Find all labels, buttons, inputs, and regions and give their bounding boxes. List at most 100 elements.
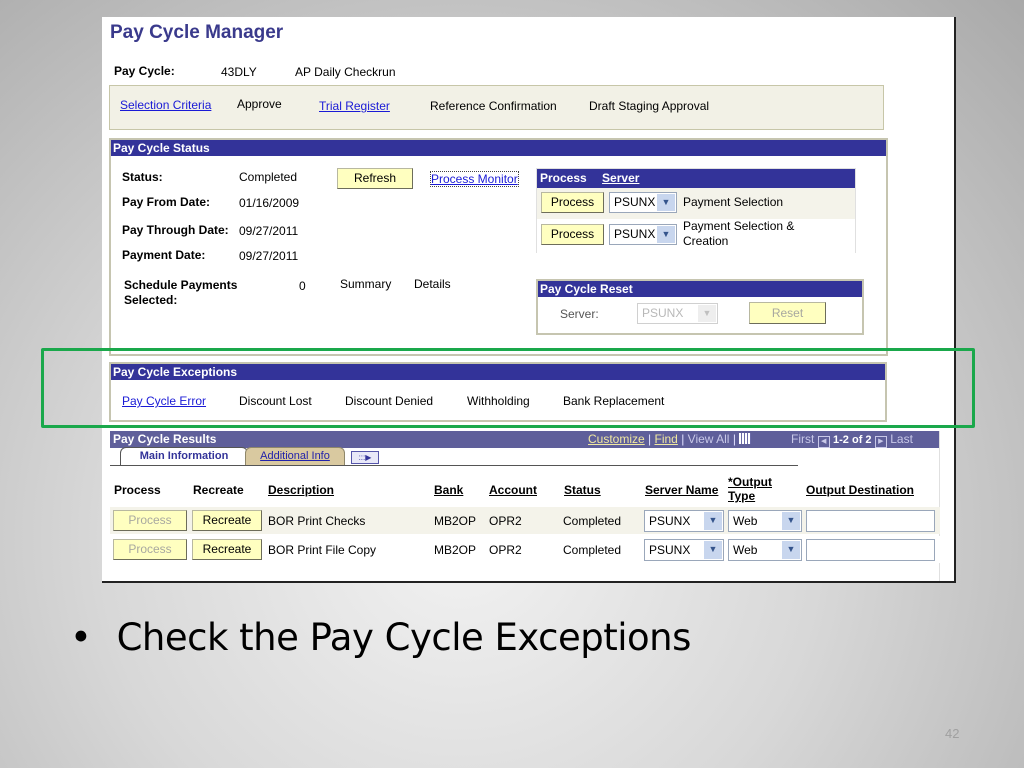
status-value: Completed (239, 170, 298, 184)
process-monitor-link[interactable]: Process Monitor (430, 171, 519, 187)
payment-selection-desc: Payment Selection (683, 195, 784, 209)
customize-link[interactable]: Customize (588, 432, 645, 446)
row-recreate-button[interactable]: Recreate (192, 539, 262, 560)
chevron-down-icon: ▼ (698, 305, 716, 322)
bullet-dot-icon: • (70, 616, 92, 659)
pay-through-date-label: Pay Through Date: (122, 223, 229, 237)
col-account[interactable]: Account (489, 483, 537, 497)
slide-bullet: • Check the Pay Cycle Exceptions (70, 616, 691, 659)
pay-from-date-value: 01/16/2009 (239, 196, 300, 210)
tab-additional-info[interactable]: Additional Info (245, 447, 345, 465)
pay-cycle-results-header: Pay Cycle Results Customize | Find | Vie… (110, 431, 939, 448)
chevron-down-icon: ▼ (782, 541, 800, 559)
withholding-item: Withholding (467, 394, 530, 408)
tab-underline (110, 465, 798, 466)
pay-cycle-label: Pay Cycle: (114, 64, 175, 78)
payment-creation-desc-1: Payment Selection & (683, 219, 795, 233)
pay-cycle-status-group: Pay Cycle Status Status: Completed Pay F… (109, 138, 888, 356)
show-all-columns-icon[interactable]: :::▶ (351, 451, 379, 464)
pay-through-date-value: 09/27/2011 (239, 224, 299, 238)
payment-creation-server-select[interactable]: PSUNX ▼ (609, 224, 677, 245)
approve-step: Approve (237, 97, 282, 111)
find-link[interactable]: Find (655, 432, 678, 446)
chevron-down-icon: ▼ (704, 512, 722, 530)
payment-date-label: Payment Date: (122, 248, 206, 262)
chevron-down-icon: ▼ (657, 226, 675, 243)
row-account: OPR2 (489, 514, 522, 528)
draft-staging-approval-step: Draft Staging Approval (589, 99, 710, 113)
summary-label: Summary (340, 277, 392, 291)
chevron-down-icon: ▼ (782, 512, 800, 530)
last-link[interactable]: Last (890, 432, 913, 446)
server-column-header[interactable]: Server (602, 171, 639, 185)
row-description: BOR Print Checks (268, 514, 366, 528)
row-account: OPR2 (489, 543, 522, 557)
trial-register-link[interactable]: Trial Register (319, 99, 390, 113)
col-process: Process (114, 483, 161, 497)
reset-server-select[interactable]: PSUNX ▼ (637, 303, 718, 324)
schedule-payments-value: 0 (299, 279, 306, 293)
process-payment-selection-button[interactable]: Process (541, 192, 604, 213)
pay-cycle-id: 43DLY (221, 65, 257, 79)
details-label: Details (414, 277, 451, 291)
col-bank[interactable]: Bank (434, 483, 463, 497)
pay-cycle-description: AP Daily Checkrun (295, 65, 396, 79)
schedule-payments-label-2: Selected: (124, 293, 178, 307)
col-status[interactable]: Status (564, 483, 601, 497)
grid-toolbar: Customize | Find | View All | (588, 431, 752, 448)
row-output-destination-input[interactable] (806, 539, 935, 561)
peoplesoft-screenshot: Pay Cycle Manager Pay Cycle: 43DLY AP Da… (102, 17, 956, 583)
row-output-type-select[interactable]: Web ▼ (728, 539, 802, 561)
first-link[interactable]: First (791, 432, 814, 446)
previous-arrow-icon[interactable]: ◀ (817, 436, 830, 448)
chevron-down-icon: ▼ (657, 194, 675, 211)
slide-bullet-text: Check the Pay Cycle Exceptions (116, 616, 692, 659)
slide-page-number: 42 (945, 726, 960, 741)
view-all-link[interactable]: View All (688, 432, 730, 446)
status-label: Status: (122, 170, 163, 184)
selection-criteria-link[interactable]: Selection Criteria (120, 98, 211, 112)
row-status: Completed (563, 514, 622, 528)
reset-server-label: Server: (560, 307, 599, 321)
pay-cycle-reset-group: Pay Cycle Reset Server: PSUNX ▼ Reset (536, 279, 864, 335)
next-arrow-icon[interactable]: ▶ (874, 436, 887, 448)
process-server-box: Process Server Process PSUNX ▼ Payment S… (536, 168, 856, 253)
row-server-select[interactable]: PSUNX ▼ (644, 510, 724, 532)
schedule-payments-label: Schedule Payments (124, 278, 238, 292)
payment-creation-desc-2: Creation (683, 234, 729, 248)
row-server-select[interactable]: PSUNX ▼ (644, 539, 724, 561)
col-output-type[interactable]: *Output Type (728, 475, 772, 503)
bank-replacement-item: Bank Replacement (563, 394, 665, 408)
discount-denied-item: Discount Denied (345, 394, 434, 408)
table-row: Process Recreate BOR Print Checks MB2OP … (110, 507, 940, 534)
chevron-down-icon: ▼ (704, 541, 722, 559)
payment-selection-server-select[interactable]: PSUNX ▼ (609, 192, 677, 213)
row-recreate-button[interactable]: Recreate (192, 510, 262, 531)
reset-button[interactable]: Reset (749, 302, 826, 324)
pay-cycle-exceptions-header: Pay Cycle Exceptions (111, 364, 885, 380)
pay-cycle-results-title: Pay Cycle Results (113, 432, 217, 446)
col-server-name[interactable]: Server Name (645, 483, 718, 497)
pay-cycle-results-grid: Pay Cycle Results Customize | Find | Vie… (110, 431, 940, 581)
reference-confirmation-step: Reference Confirmation (430, 99, 557, 113)
refresh-button[interactable]: Refresh (337, 168, 413, 189)
pay-cycle-error-link[interactable]: Pay Cycle Error (122, 394, 206, 408)
process-server-header: Process Server (537, 169, 855, 188)
col-description[interactable]: Description (268, 483, 334, 497)
col-recreate: Recreate (193, 483, 244, 497)
grid-pager: First ◀ 1-2 of 2 ▶ Last (791, 431, 913, 449)
row-range: 1-2 of 2 (833, 434, 872, 446)
download-grid-icon[interactable] (739, 433, 752, 444)
pay-cycle-exceptions-group: Pay Cycle Exceptions Pay Cycle Error Dis… (109, 362, 887, 422)
row-output-destination-input[interactable] (806, 510, 935, 532)
payment-date-value: 09/27/2011 (239, 249, 299, 263)
discount-lost-item: Discount Lost (239, 394, 312, 408)
tab-main-information[interactable]: Main Information (120, 447, 248, 465)
row-process-button[interactable]: Process (113, 539, 187, 560)
table-row: Process Recreate BOR Print File Copy MB2… (110, 536, 940, 563)
row-status: Completed (563, 543, 622, 557)
process-payment-creation-button[interactable]: Process (541, 224, 604, 245)
col-output-destination[interactable]: Output Destination (806, 483, 914, 497)
row-output-type-select[interactable]: Web ▼ (728, 510, 802, 532)
row-process-button[interactable]: Process (113, 510, 187, 531)
